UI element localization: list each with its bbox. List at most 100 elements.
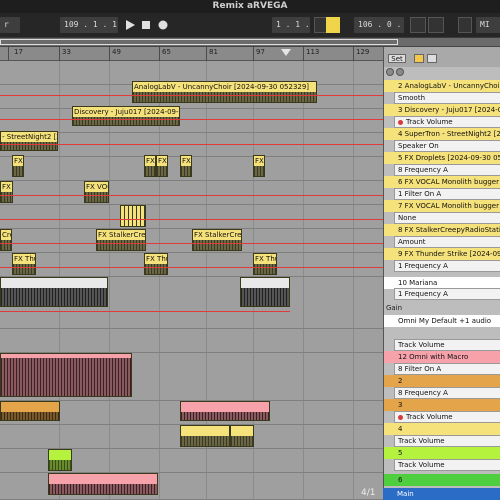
lock-icon[interactable]: [427, 54, 437, 63]
track-name[interactable]: 3 Discovery - Juju017 [2024-09-: [384, 104, 500, 116]
automation-param[interactable]: Track Volume: [394, 116, 500, 128]
midi-field[interactable]: MI: [476, 17, 500, 33]
fold-all-icon[interactable]: [386, 68, 394, 76]
arrangement-clip[interactable]: [0, 277, 108, 307]
window-title: Remix aRVEGA: [212, 1, 288, 11]
track-name[interactable]: 6: [384, 474, 500, 486]
stop-icon[interactable]: [140, 19, 152, 31]
clip-name: FX VOCA: [2, 183, 12, 191]
track-name[interactable]: 7 FX VOCAL Monolith bugger [: [384, 200, 500, 212]
punch-out-icon[interactable]: [428, 17, 444, 33]
automation-param[interactable]: Smooth: [394, 92, 500, 104]
track-name[interactable]: 4: [384, 423, 500, 435]
track-name[interactable]: 3: [384, 399, 500, 411]
clip-name: FX: [158, 157, 167, 165]
ruler-bar-label: 49: [112, 48, 121, 56]
automation-param[interactable]: Track Volume: [394, 459, 500, 471]
automation-dot-icon: [398, 119, 403, 125]
clip-name: Cree: [2, 231, 11, 239]
arrangement-clip[interactable]: [48, 449, 72, 471]
track-name[interactable]: 9 FX Thunder Strike [2024-09-: [384, 248, 500, 260]
track-name[interactable]: 2: [384, 375, 500, 387]
arrangement-clip[interactable]: [240, 277, 290, 307]
track-name[interactable]: 5 FX Droplets [2024-09-30 052: [384, 152, 500, 164]
automation-param[interactable]: 8 Frequency A: [394, 387, 500, 399]
arrangement-clip[interactable]: FX VOCA: [0, 181, 13, 203]
arrangement-clip[interactable]: FX StalkerCree: [96, 229, 146, 251]
clip-name: Discovery - Juju017 [2024-09-30: [74, 108, 180, 116]
transport-bar: r 109 . 1 . 1 1 . 1 . 1 106 . 0 . 0 MI: [0, 13, 500, 38]
panel-toolbar: Set: [384, 47, 500, 76]
clip-name: AnalogLabV - UncannyChoir [2024-09-30 05…: [134, 83, 310, 91]
pencil-icon[interactable]: [414, 54, 424, 63]
ruler-bar-label: 33: [62, 48, 71, 56]
automation-param[interactable]: Track Volume: [394, 411, 500, 423]
set-button[interactable]: Set: [388, 54, 406, 63]
loop-end-marker-icon[interactable]: [281, 49, 291, 56]
arrangement-clip[interactable]: FX VOC: [84, 181, 109, 203]
arrangement-clip[interactable]: Discovery - Juju017 [2024-09-30: [72, 106, 180, 126]
play-icon[interactable]: [124, 19, 136, 31]
track-lanes[interactable]: AnalogLabV - UncannyChoir [2024-09-30 05…: [0, 61, 383, 500]
arrangement-clip[interactable]: [0, 401, 60, 421]
arrangement-clip[interactable]: FX: [253, 155, 265, 177]
track-name[interactable]: Omni My Default +1 audio: [384, 315, 500, 327]
ruler-bar-label: 81: [209, 48, 218, 56]
arrangement-clip[interactable]: FX: [144, 155, 156, 177]
overview-strip[interactable]: [0, 38, 500, 47]
track-name[interactable]: 6 FX VOCAL Monolith bugger [: [384, 176, 500, 188]
unfold-all-icon[interactable]: [396, 68, 404, 76]
arrangement-clip[interactable]: [120, 205, 146, 227]
arrangement-clip[interactable]: FX Thu: [253, 253, 277, 275]
arrangement-clip[interactable]: FX Thu: [144, 253, 168, 275]
clip-name: FX Thu: [146, 255, 168, 263]
arrangement-clip[interactable]: FX Thun: [12, 253, 36, 275]
beat-ruler[interactable]: 17 33 49 65 81 97 113 129: [0, 47, 383, 61]
arrangement-clip[interactable]: FX StalkerCre: [192, 229, 242, 251]
track-name[interactable]: 8 FX StalkerCreepyRadioStatio: [384, 224, 500, 236]
arrangement-clip[interactable]: AnalogLabV - UncannyChoir [2024-09-30 05…: [132, 81, 317, 103]
automation-param[interactable]: 1 Frequency A: [394, 288, 500, 300]
page-indicator: 4/1: [361, 488, 376, 498]
arrangement-clip[interactable]: FX: [180, 155, 192, 177]
automation-param[interactable]: Track Volume: [394, 339, 500, 351]
automation-param[interactable]: 1 Filter On A: [394, 188, 500, 200]
keyboard-icon[interactable]: [458, 17, 472, 33]
arrangement-clip[interactable]: [48, 473, 158, 495]
loop-switch-icon[interactable]: [326, 17, 340, 33]
track-name[interactable]: 12 Omni with Macro: [384, 351, 500, 363]
track-name[interactable]: 4 SuperTron - StreetNight2 [20: [384, 128, 500, 140]
ruler-bar-label: 65: [162, 48, 171, 56]
main-track-header[interactable]: Main: [383, 488, 500, 500]
clip-name: FX Thun: [14, 255, 35, 263]
arrangement-clip[interactable]: [180, 401, 270, 421]
arrangement-clip[interactable]: [0, 353, 132, 397]
automation-dot-icon: [398, 414, 403, 420]
punch-in-icon[interactable]: [410, 17, 426, 33]
arrangement-clip[interactable]: Cree: [0, 229, 12, 251]
arrangement-clip[interactable]: FX: [156, 155, 168, 177]
automation-param[interactable]: 8 Frequency A: [394, 164, 500, 176]
automation-param[interactable]: Track Volume: [394, 435, 500, 447]
clip-name: FX VOC: [86, 183, 108, 191]
loop-length-field[interactable]: 106 . 0 . 0: [354, 17, 404, 33]
overview-window[interactable]: [0, 39, 398, 45]
arrangement-clip[interactable]: [180, 425, 230, 447]
arrangement-clip[interactable]: - StreetNight2 [20: [0, 131, 58, 151]
daw-window: Remix aRVEGA r 109 . 1 . 1 1 . 1 . 1 106…: [0, 0, 500, 500]
arrangement-clip[interactable]: FX: [12, 155, 24, 177]
automation-param[interactable]: None: [394, 212, 500, 224]
automation-param[interactable]: 1 Frequency A: [394, 260, 500, 272]
loop-start-field[interactable]: 1 . 1 . 1: [272, 17, 310, 33]
arrangement-view[interactable]: 17 33 49 65 81 97 113 129 AnalogLabV - U…: [0, 47, 383, 500]
arrangement-clip[interactable]: [230, 425, 254, 447]
track-name[interactable]: 2 AnalogLabV - UncannyChoir: [384, 80, 500, 92]
automation-param[interactable]: Speaker On: [394, 140, 500, 152]
automation-param[interactable]: Amount: [394, 236, 500, 248]
left-field[interactable]: r: [0, 17, 20, 33]
arrangement-position-field[interactable]: 109 . 1 . 1: [60, 17, 118, 33]
gain-label: Gain: [386, 304, 403, 312]
automation-param[interactable]: 8 Filter On A: [394, 363, 500, 375]
track-name[interactable]: 5: [384, 447, 500, 459]
record-icon[interactable]: [157, 19, 169, 31]
